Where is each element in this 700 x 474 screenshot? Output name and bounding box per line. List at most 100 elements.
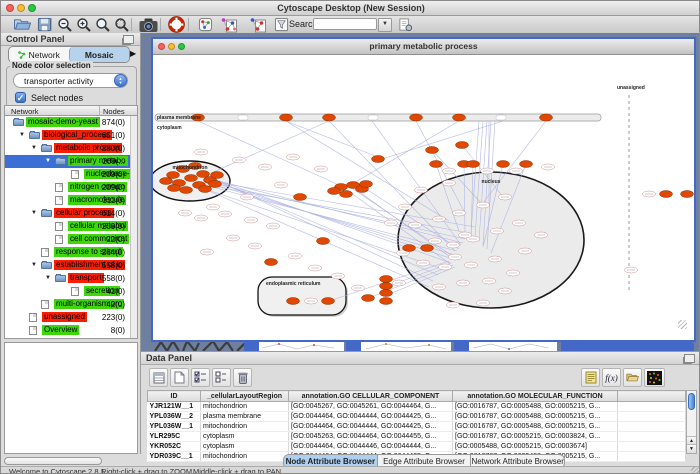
tree-row[interactable]: ▼transport558(0) [5,272,133,285]
table-cell[interactable] [618,442,686,452]
close-window-button[interactable] [6,4,14,12]
background-window-edge[interactable] [244,342,259,351]
network-node[interactable] [160,178,173,185]
background-window-titlebar[interactable] [561,342,694,351]
table-cell[interactable]: [GO:0016787, GO:0005488, GO:0005215, G..… [453,402,618,412]
destroy-network-view-button[interactable] [245,16,271,33]
function-builder-button[interactable]: f(x) [602,368,621,387]
frame-resize-grip[interactable] [678,320,687,329]
network-node[interactable] [294,194,307,201]
network-node[interactable] [430,161,443,168]
float-panel-icon[interactable] [123,35,134,44]
zoom-in-button[interactable] [74,16,94,33]
zoom-fit-button[interactable] [93,16,113,33]
network-node[interactable] [362,295,375,302]
attribute-editor-button[interactable] [581,368,600,387]
network-node[interactable] [317,238,330,245]
window-titlebar[interactable]: Cytoscape Desktop (New Session) [1,1,700,16]
tree-header[interactable]: Network Nodes [4,105,138,116]
delete-attribute-button[interactable] [233,368,252,387]
tree-row[interactable]: secretion41(0) [5,285,133,298]
network-node[interactable] [520,161,533,168]
tree-header-nodes[interactable]: Nodes [103,107,125,116]
search-input[interactable] [313,18,377,30]
tree-row[interactable]: response to stimul264(0) [5,246,133,259]
zoom-out-button[interactable] [55,16,75,33]
network-node[interactable] [380,283,393,290]
table-cell[interactable] [618,452,686,462]
network-node[interactable] [328,188,341,195]
tree-row[interactable]: macromolecule311(0) [5,194,133,207]
tree-row[interactable]: cellular metabol209(0) [5,220,133,233]
tree-node-label[interactable]: unassigned [42,312,87,322]
network-node[interactable] [681,191,694,198]
filter-button[interactable] [271,16,291,33]
table-cell[interactable]: [GO:0016787, GO:0005488, GO:0005215, G..… [453,422,618,432]
import-attributes-button[interactable] [623,368,642,387]
minimize-frame-button[interactable] [168,43,175,50]
data-panel-header[interactable]: Data Panel [141,352,700,365]
expand-triangle-icon[interactable]: ▼ [45,158,51,164]
network-node[interactable] [287,298,300,305]
network-node[interactable] [322,298,335,305]
network-node[interactable] [209,181,222,188]
membrane-node[interactable] [453,114,466,121]
tree-row[interactable]: ▼metabolic process280(0) [5,142,133,155]
table-cell[interactable]: [GO:0016787, GO:0005488, GO:0005215, G..… [453,412,618,422]
tree-node-label[interactable]: transport [68,273,104,283]
zoom-window-button[interactable] [28,4,36,12]
minimize-window-button[interactable] [17,4,25,12]
membrane-label-node[interactable] [496,115,506,120]
table-column-header[interactable]: annotation.GO CELLULAR_COMPONENT [289,391,453,402]
table-cell[interactable]: mitochondrion [201,452,289,462]
expand-triangle-icon[interactable]: ▼ [31,262,37,268]
heatmap-button[interactable] [644,368,665,387]
expand-triangle-icon[interactable]: ▼ [31,145,37,151]
dropdown-stepper-icon[interactable]: ▲▼ [114,74,127,87]
tree-row[interactable]: nitrogen compo209(0) [5,181,133,194]
window-resize-grip[interactable] [691,467,700,474]
float-panel-icon[interactable] [684,354,695,363]
table-row[interactable]: YPL036W__2plasma membrane[GO:0044464, GO… [148,412,686,422]
snapshot-button[interactable] [135,16,161,33]
scrollbar-thumb[interactable] [688,393,695,410]
scroll-down-button[interactable]: ▼ [687,444,696,453]
birdseye-view-panel[interactable] [4,342,138,454]
membrane-node[interactable] [410,114,423,121]
expand-triangle-icon[interactable]: ▼ [19,132,25,138]
network-node[interactable] [211,172,224,179]
zoom-selected-button[interactable] [112,16,132,33]
network-node[interactable] [167,172,180,179]
tree-row[interactable]: mosaic-demo-yeast874(0) [5,116,133,129]
tree-row[interactable]: unassigned223(0) [5,311,133,324]
frame-titlebar[interactable]: primary metabolic process [153,39,694,55]
expand-triangle-icon[interactable]: ▼ [45,275,51,281]
table-cell[interactable]: [GO:0044464, GO:0044446, GO:0044444, G..… [289,442,453,452]
help-button[interactable] [164,16,188,33]
tree-row[interactable]: ▼biological_process651(0) [5,129,133,142]
network-node[interactable] [660,191,673,198]
background-window-edge[interactable] [346,342,361,351]
table-row[interactable]: YLR295Ccytoplasm[GO:0045263, GO:0044464,… [148,432,686,442]
expand-triangle-icon[interactable]: ▼ [31,210,37,216]
table-cell[interactable]: plasma membrane [201,412,289,422]
table-cell[interactable]: YJR121W__1 [148,402,201,412]
table-cell[interactable]: [GO:0044464, GO:0044444, GO:0044425, G..… [289,422,453,432]
attribute-grid-button[interactable] [149,368,168,387]
table-cell[interactable]: YKR052C [148,442,201,452]
background-window-sliver[interactable] [361,341,451,351]
membrane-node[interactable] [280,114,293,121]
network-node[interactable] [380,276,393,283]
table-scrollbar[interactable]: ▲ ▼ [686,390,697,454]
table-row[interactable]: YJR121W__1mitochondrion[GO:0045267, GO:0… [148,402,686,412]
zoom-frame-button[interactable] [178,43,185,50]
table-cell[interactable]: YDR039C__1 [148,452,201,462]
network-node[interactable] [380,298,393,305]
table-cell[interactable]: cytoplasm [201,442,289,452]
tree-row[interactable]: Overview8(0) [5,324,133,337]
select-nodes-checkbox[interactable]: ✓ [15,92,26,103]
new-attribute-button[interactable] [170,368,189,387]
unselect-attributes-button[interactable] [212,368,231,387]
tree-row[interactable]: cell communicat22(0) [5,233,133,246]
network-node[interactable] [185,175,198,182]
